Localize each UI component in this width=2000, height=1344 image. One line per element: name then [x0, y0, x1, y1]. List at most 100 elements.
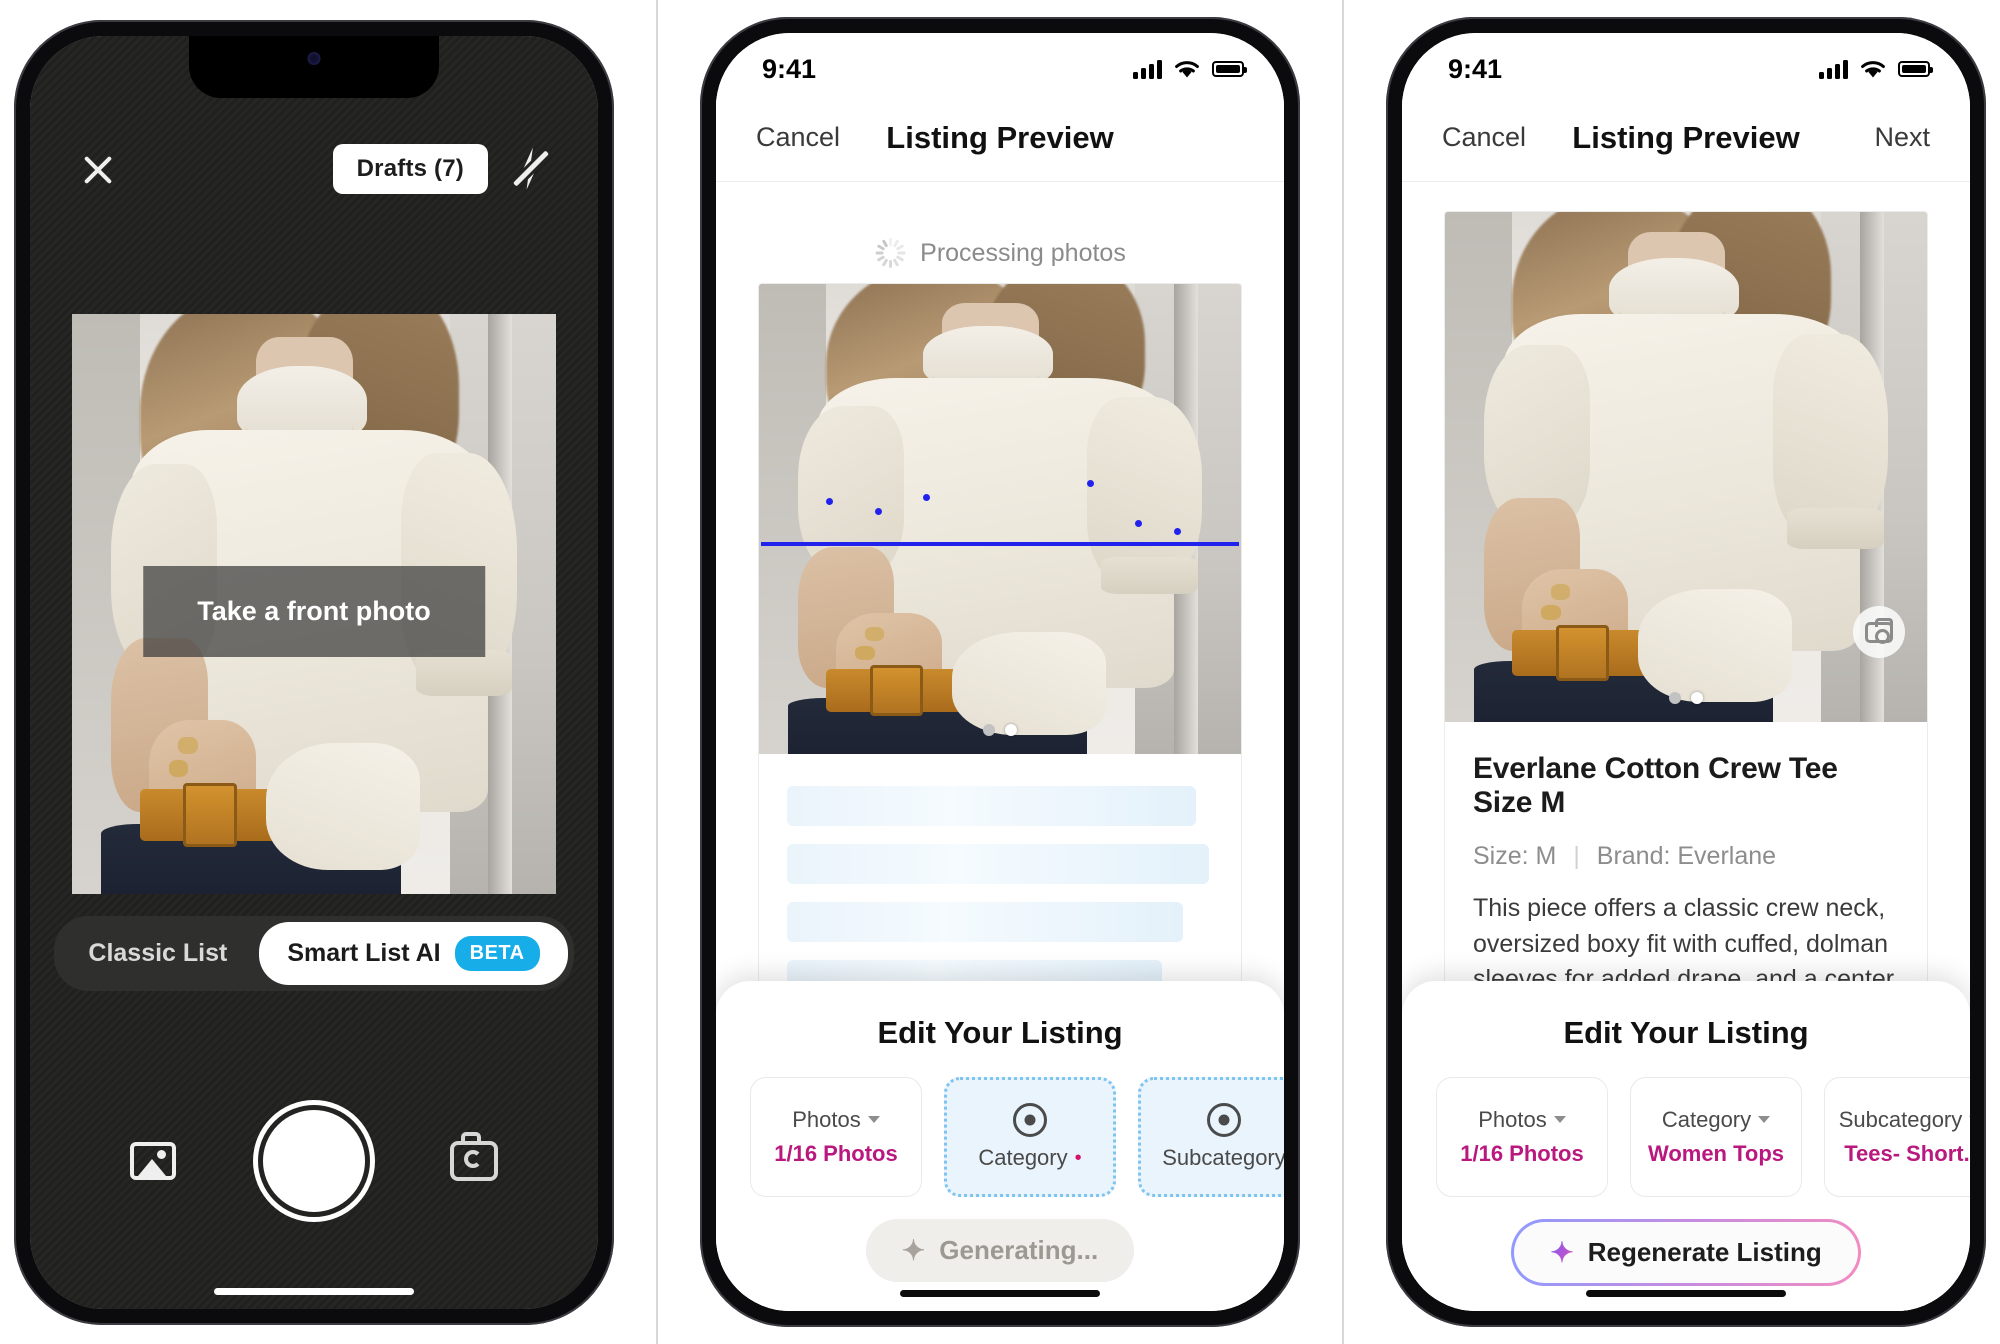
camera-controls: [30, 1101, 598, 1221]
phone-2-processing: 9:41 Cancel Listing Preview Processing p…: [700, 17, 1300, 1327]
nav-divider: [716, 181, 1284, 182]
processing-label: Processing photos: [920, 238, 1126, 267]
cancel-button[interactable]: Cancel: [756, 122, 856, 153]
photo-carousel[interactable]: [759, 284, 1241, 754]
sheet-cta-row: ✦ Generating...: [716, 1219, 1284, 1282]
attribute-chip-row[interactable]: Photos 1/16 Photos Category • Subcategor…: [716, 1051, 1284, 1197]
mode-smart-list-ai-label: Smart List AI: [287, 938, 441, 967]
battery-full-icon: [1898, 61, 1933, 77]
three-phone-mockup: Drafts (7) Take a front photo Classic Li…: [0, 0, 2000, 1344]
capture-hint-overlay: Take a front photo: [143, 565, 485, 657]
sparkle-icon: ✦: [1550, 1236, 1574, 1268]
mode-smart-list-ai[interactable]: Smart List AI BETA: [259, 921, 568, 985]
photo-carousel[interactable]: [1445, 212, 1927, 722]
flip-camera-icon[interactable]: [450, 1131, 498, 1181]
chip-category-label: Category: [1661, 1106, 1752, 1132]
edit-listing-sheet: Edit Your Listing Photos 1/16 Photos Cat…: [716, 981, 1284, 1311]
model-photo: [1445, 212, 1927, 722]
regenerate-label: Regenerate Listing: [1587, 1237, 1822, 1267]
attribute-chip-row[interactable]: Photos 1/16 Photos Category Women Tops S…: [1402, 1051, 1970, 1197]
close-x-icon[interactable]: [78, 149, 118, 189]
chip-category[interactable]: Category •: [944, 1077, 1116, 1197]
camera-top-bar: Drafts (7): [30, 134, 598, 204]
edit-listing-sheet: Edit Your Listing Photos 1/16 Photos Cat…: [1402, 981, 1970, 1311]
capture-mode-switch: Classic List Smart List AI BETA: [30, 915, 598, 991]
carousel-dots[interactable]: [1669, 692, 1703, 704]
processing-status: Processing photos: [716, 238, 1284, 268]
chevron-down-icon: [867, 1116, 880, 1124]
wifi-icon: [1861, 61, 1885, 78]
chip-subcategory[interactable]: Subcategory: [1138, 1077, 1284, 1197]
gallery-icon[interactable]: [130, 1141, 176, 1180]
cancel-button[interactable]: Cancel: [1442, 122, 1542, 153]
chip-category-label: Category: [978, 1145, 1068, 1170]
chip-subcategory-value: Tees- Short..: [1844, 1140, 1970, 1166]
chip-photos-value: 1/16 Photos: [774, 1140, 898, 1166]
panel-divider-2: [1342, 0, 1344, 1344]
phone-3-generated: 9:41 Cancel Listing Preview Next Everlan…: [1386, 17, 1986, 1327]
status-bar: 9:41: [716, 33, 1284, 95]
listing-meta: Size: M | Brand: Everlane: [1473, 842, 1899, 871]
detection-scan-line: [761, 542, 1239, 546]
size-label: Size: M: [1473, 842, 1557, 870]
beta-badge: BETA: [454, 935, 540, 971]
page-title: Listing Preview: [886, 119, 1114, 155]
chip-photos-value: 1/16 Photos: [1460, 1140, 1584, 1166]
page-title: Listing Preview: [1572, 119, 1800, 155]
chip-subcategory[interactable]: Subcategory Tees- Short..: [1824, 1077, 1970, 1197]
drafts-button[interactable]: Drafts (7): [332, 143, 488, 194]
chip-category[interactable]: Category Women Tops: [1630, 1077, 1802, 1197]
panel-divider-1: [656, 0, 658, 1344]
home-indicator: [1586, 1290, 1786, 1297]
brand-label: Brand: Everlane: [1596, 842, 1777, 870]
chip-photos[interactable]: Photos 1/16 Photos: [1436, 1077, 1608, 1197]
phone-1-screen: Drafts (7) Take a front photo Classic Li…: [30, 35, 598, 1309]
carousel-dots[interactable]: [983, 724, 1017, 736]
chip-subcategory-label: Subcategory: [1162, 1145, 1284, 1170]
home-indicator: [214, 1287, 414, 1295]
chevron-down-icon: [1553, 1116, 1566, 1124]
nav-bar: Cancel Listing Preview Next: [1402, 95, 1970, 181]
status-bar: 9:41: [1402, 33, 1970, 95]
model-photo: [759, 284, 1241, 754]
phone-2-screen: 9:41 Cancel Listing Preview Processing p…: [716, 33, 1284, 1311]
target-icon: [1207, 1103, 1241, 1137]
nav-divider: [1402, 181, 1970, 182]
required-indicator: •: [1074, 1146, 1082, 1169]
regenerate-listing-button[interactable]: ✦ Regenerate Listing: [1511, 1219, 1861, 1286]
home-indicator: [900, 1290, 1100, 1297]
chip-subcategory-label: Subcategory: [1838, 1106, 1963, 1132]
shutter-button[interactable]: [258, 1104, 370, 1217]
chip-photos-label: Photos: [792, 1106, 861, 1132]
mode-classic-list[interactable]: Classic List: [60, 925, 255, 982]
meta-separator: |: [1573, 842, 1580, 870]
sparkle-icon: ✦: [901, 1234, 926, 1266]
chip-photos-label: Photos: [1478, 1106, 1547, 1132]
chip-photos[interactable]: Photos 1/16 Photos: [750, 1077, 922, 1197]
phone-1-camera: Drafts (7) Take a front photo Classic Li…: [14, 19, 614, 1325]
generating-label: Generating...: [939, 1235, 1099, 1265]
target-icon: [1013, 1103, 1047, 1137]
phone-3-screen: 9:41 Cancel Listing Preview Next Everlan…: [1402, 33, 1970, 1311]
sheet-title: Edit Your Listing: [1563, 1015, 1809, 1050]
sheet-title: Edit Your Listing: [877, 1015, 1123, 1050]
listing-preview-generated: 9:41 Cancel Listing Preview Next Everlan…: [1402, 33, 1970, 1311]
chevron-down-icon: [1969, 1116, 1970, 1124]
loading-spinner-icon: [874, 238, 906, 268]
chip-category-value: Women Tops: [1647, 1140, 1785, 1166]
status-time: 9:41: [762, 53, 817, 84]
generating-button: ✦ Generating...: [865, 1219, 1135, 1282]
listing-preview-processing: 9:41 Cancel Listing Preview Processing p…: [716, 33, 1284, 1311]
nav-bar: Cancel Listing Preview: [716, 95, 1284, 181]
status-time: 9:41: [1448, 53, 1503, 84]
next-button[interactable]: Next: [1830, 122, 1930, 153]
camera-icon[interactable]: [1853, 606, 1905, 658]
battery-full-icon: [1212, 61, 1247, 77]
chevron-down-icon: [1758, 1116, 1771, 1124]
phone-notch: [189, 35, 439, 98]
wifi-icon: [1175, 61, 1199, 78]
sheet-cta-row: ✦ Regenerate Listing: [1402, 1219, 1970, 1286]
cellular-bars-icon: [1819, 59, 1848, 79]
cellular-bars-icon: [1133, 59, 1162, 79]
flash-off-icon[interactable]: [510, 146, 550, 192]
